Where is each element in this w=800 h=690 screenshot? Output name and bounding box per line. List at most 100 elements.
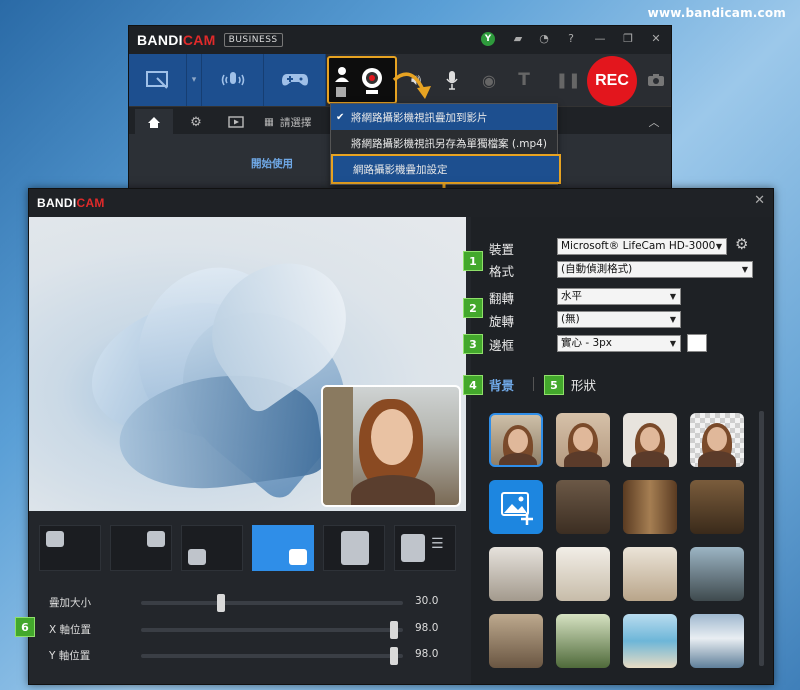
shape-option-bottom-left[interactable]	[181, 525, 243, 571]
bg-option-add-image[interactable]	[489, 480, 543, 534]
border-label: 邊框	[489, 338, 515, 353]
background-grid	[489, 413, 751, 668]
y-position-slider-thumb[interactable]	[390, 647, 398, 665]
flip-label: 翻轉	[489, 291, 515, 306]
clock-icon[interactable]: ◔	[535, 30, 553, 48]
marker-3: 3	[463, 334, 483, 354]
border-color-swatch[interactable]	[687, 334, 707, 352]
grid-icon: ▦	[264, 116, 274, 128]
webcam-overlay-button[interactable]	[327, 56, 397, 104]
webcam-dropdown-menu: ✔ 將網路攝影機視訊疊加到影片 將網路攝影機視訊另存為單獨檔案 (.mp4) 網…	[330, 103, 561, 185]
text-icon[interactable]: T	[513, 54, 535, 106]
x-position-slider[interactable]	[141, 621, 403, 639]
bg-option-forest[interactable]	[556, 614, 610, 668]
rec-button[interactable]: REC	[587, 56, 637, 106]
user-badge[interactable]: Y	[481, 32, 495, 46]
folder-icon[interactable]: ▰	[509, 30, 527, 48]
bg-option-office[interactable]	[556, 480, 610, 534]
tab-shape[interactable]: 形狀	[571, 375, 596, 394]
x-position-label: X 軸位置	[49, 624, 92, 636]
audio-mode-button[interactable]	[202, 54, 264, 106]
x-position-slider-thumb[interactable]	[390, 621, 398, 639]
menu-item-overlay-settings[interactable]: 網路攝影機疊加設定	[331, 154, 561, 184]
collapse-chevron-icon[interactable]: ︿	[635, 109, 673, 135]
restore-icon[interactable]: ❐	[619, 30, 637, 48]
device-settings-gear-icon[interactable]: ⚙	[735, 235, 748, 253]
shoulders	[351, 475, 435, 505]
size-slider-thumb[interactable]	[217, 594, 225, 612]
pause-icon[interactable]: ❚❚	[555, 54, 580, 106]
preview-area	[29, 217, 466, 511]
shape-option-custom[interactable]: ☰	[394, 525, 456, 571]
size-label: 疊加大小	[49, 597, 91, 609]
bg-option-loft[interactable]	[489, 614, 543, 668]
sliders-icon: ☰	[431, 536, 444, 552]
tab-video[interactable]	[217, 109, 255, 135]
bg-option-plain[interactable]	[623, 413, 677, 467]
person-icon	[401, 534, 425, 562]
bg-option-transparent[interactable]	[690, 413, 744, 467]
dropdown-arrow-icon: ▼	[715, 242, 722, 251]
bg-option-hall[interactable]	[690, 480, 744, 534]
video-play-icon	[228, 116, 244, 128]
y-position-value: 98.0	[415, 648, 439, 660]
cursor-effect-icon[interactable]: ◉	[477, 54, 501, 106]
gear-icon: ⚙	[190, 114, 202, 130]
tab-divider	[533, 377, 534, 391]
background-scrollbar[interactable]	[759, 411, 764, 666]
bg-option-blur[interactable]	[556, 413, 610, 467]
person-icon	[341, 531, 369, 565]
marker-2: 2	[463, 298, 483, 318]
shape-option-top-left[interactable]	[39, 525, 101, 571]
y-position-slider[interactable]	[141, 647, 403, 665]
device-select[interactable]: Microsoft® LifeCam HD-3000 ▼	[557, 238, 727, 255]
shape-option-full[interactable]	[323, 525, 385, 571]
screen-mode-button[interactable]	[129, 54, 187, 106]
menu-item-overlay-to-video[interactable]: ✔ 將網路攝影機視訊疊加到影片	[331, 104, 557, 130]
microphone-icon[interactable]	[441, 54, 463, 106]
bookshelf	[323, 387, 353, 505]
border-select[interactable]: 實心 - 3px ▼	[557, 335, 681, 352]
close-icon[interactable]: ✕	[647, 30, 665, 48]
bg-option-window-room[interactable]	[489, 547, 543, 601]
gamepad-icon	[281, 74, 308, 86]
camera-snapshot-icon[interactable]	[643, 54, 669, 106]
bg-option-living-room[interactable]	[556, 547, 610, 601]
game-mode-button[interactable]	[264, 54, 326, 106]
person-icon	[46, 531, 64, 547]
help-icon[interactable]: ?	[562, 30, 580, 48]
bg-option-beach[interactable]	[623, 614, 677, 668]
menu-item-save-separate[interactable]: 將網路攝影機視訊另存為單獨檔案 (.mp4)	[331, 130, 557, 156]
bg-option-original[interactable]	[489, 413, 543, 467]
flip-select[interactable]: 水平 ▼	[557, 288, 681, 305]
get-started-link[interactable]: 開始使用	[251, 156, 293, 171]
minimize-icon[interactable]: —	[591, 30, 609, 48]
rotate-select[interactable]: (無) ▼	[557, 311, 681, 328]
title-bar: BANDICAM BUSINESS Y ▰ ◔ ? — ❐ ✕	[129, 26, 671, 54]
dialog-close-icon[interactable]: ✕	[754, 193, 765, 208]
bg-option-city-window[interactable]	[690, 547, 744, 601]
checkmark-icon: ✔	[336, 111, 345, 123]
bg-option-bedroom[interactable]	[623, 547, 677, 601]
tab-settings[interactable]: ⚙	[177, 109, 215, 135]
size-slider[interactable]	[141, 594, 403, 612]
dropdown-arrow-icon: ▼	[741, 265, 748, 274]
tab-home[interactable]	[135, 109, 173, 135]
dialog-title-bar: BANDICAM ✕	[29, 189, 773, 217]
marker-5: 5	[544, 375, 564, 395]
tab-select[interactable]: ▦ 請選擇	[264, 109, 334, 135]
webcam-pip-preview[interactable]	[321, 385, 461, 507]
person-icon	[188, 549, 206, 565]
shape-option-bottom-right[interactable]	[252, 525, 314, 571]
bg-option-library[interactable]	[623, 480, 677, 534]
marker-1: 1	[463, 251, 483, 271]
mode-dropdown-chevron-icon[interactable]: ▾	[187, 54, 202, 106]
format-select[interactable]: (自動偵測格式) ▼	[557, 261, 753, 278]
face	[371, 409, 413, 465]
bg-option-mountains[interactable]	[690, 614, 744, 668]
audio-waves-icon	[221, 72, 244, 86]
shape-option-top-right[interactable]	[110, 525, 172, 571]
home-icon	[148, 116, 160, 128]
tab-background[interactable]: 背景	[489, 375, 514, 394]
add-image-icon	[501, 492, 533, 525]
